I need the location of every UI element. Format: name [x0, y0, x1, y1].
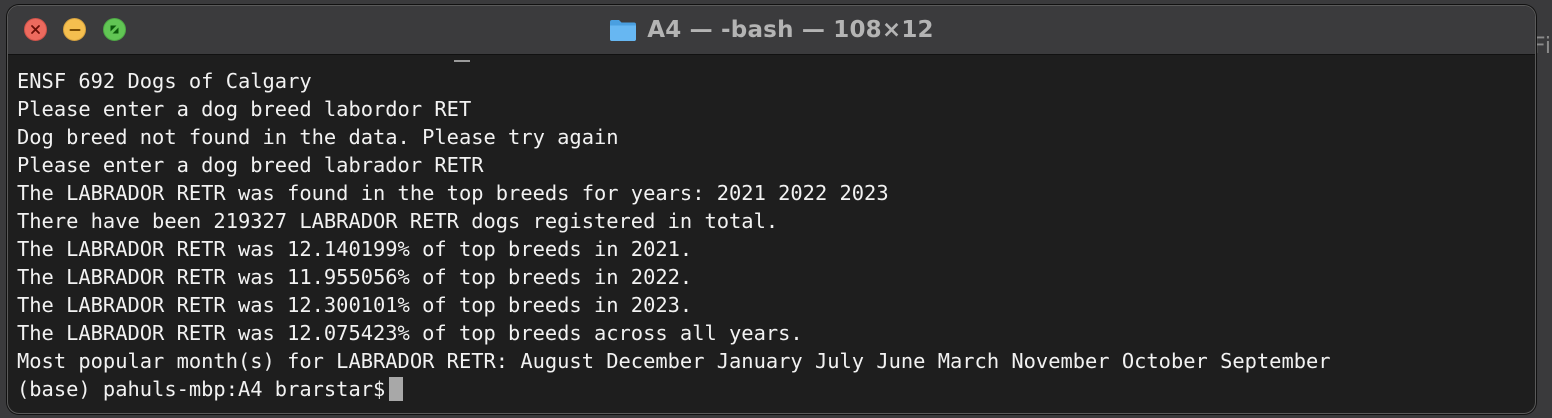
shell-prompt: (base) pahuls-mbp:A4 brarstar$ — [17, 377, 386, 401]
window-title: A4 — -bash — 108×12 — [8, 6, 1535, 54]
terminal-output[interactable]: ENSF 692 Dogs of Calgary Please enter a … — [17, 67, 1535, 413]
output-line: The LABRADOR RETR was 11.955056% of top … — [17, 265, 693, 289]
output-line: Dog breed not found in the data. Please … — [17, 125, 619, 149]
prompt-line[interactable]: (base) pahuls-mbp:A4 brarstar$ — [17, 375, 1535, 403]
scroll-position-marker — [454, 60, 470, 62]
title-bar[interactable]: A4 — -bash — 108×12 — [8, 6, 1535, 55]
folder-icon — [609, 18, 637, 42]
terminal-window: A4 — -bash — 108×12 ENSF 692 Dogs of Cal… — [7, 5, 1536, 414]
output-line: The LABRADOR RETR was 12.300101% of top … — [17, 293, 693, 317]
output-line: ENSF 692 Dogs of Calgary — [17, 69, 312, 93]
window-title-text: A4 — -bash — 108×12 — [647, 17, 934, 43]
output-line: Most popular month(s) for LABRADOR RETR:… — [17, 349, 1331, 373]
desktop: Fi A4 — -bash — 108×12 ENSF 692 Dogs of … — [0, 0, 1552, 418]
output-line: The LABRADOR RETR was 12.075423% of top … — [17, 321, 803, 345]
output-line: The LABRADOR RETR was 12.140199% of top … — [17, 237, 693, 261]
output-line: Please enter a dog breed labordor RET — [17, 97, 472, 121]
output-line: Please enter a dog breed labrador RETR — [17, 153, 484, 177]
output-line: The LABRADOR RETR was found in the top b… — [17, 181, 889, 205]
output-line: There have been 219327 LABRADOR RETR dog… — [17, 209, 779, 233]
text-cursor — [389, 377, 404, 401]
